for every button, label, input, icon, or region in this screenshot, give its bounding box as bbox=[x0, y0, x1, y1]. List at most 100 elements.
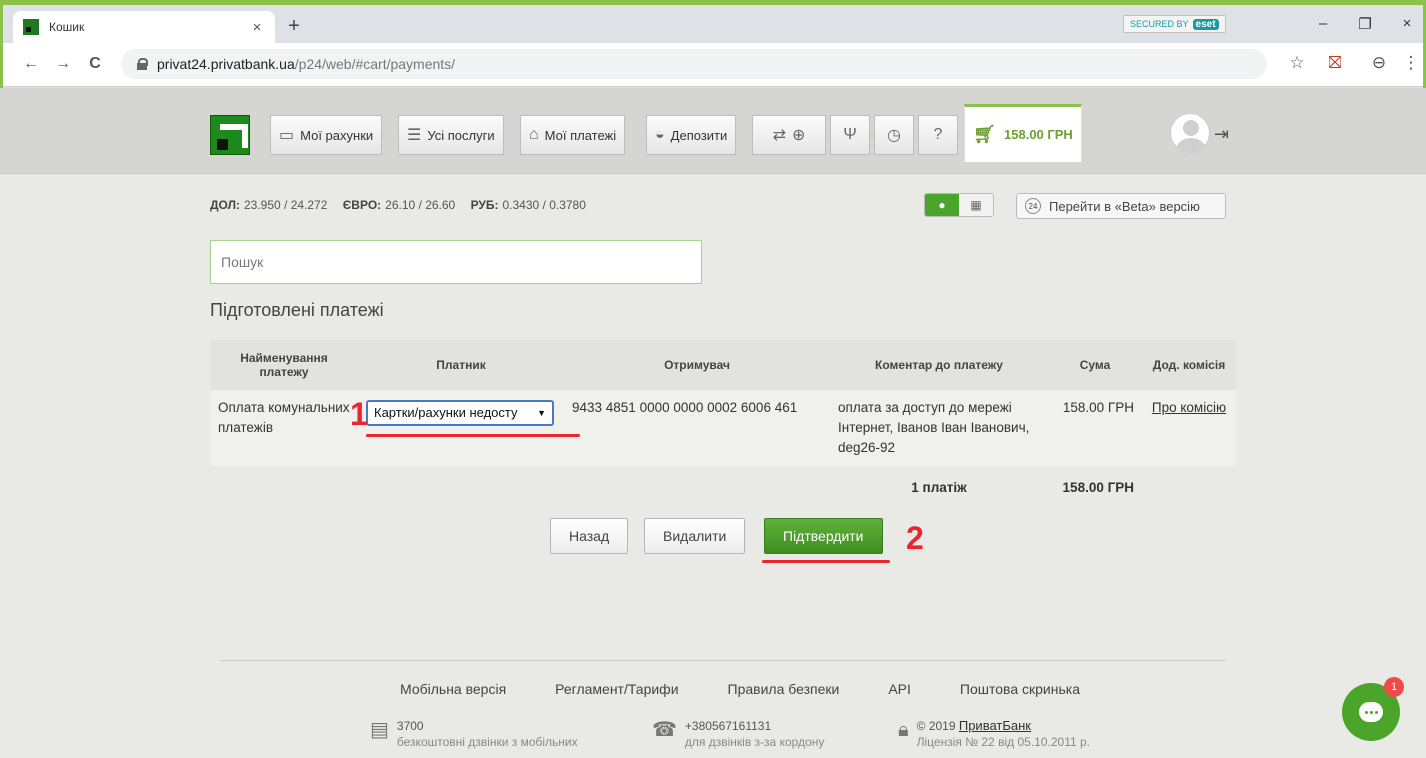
nav-my-accounts-label: Мої рахунки bbox=[300, 127, 374, 143]
reload-icon[interactable]: C bbox=[85, 55, 105, 73]
profile-icon[interactable]: ⊖ bbox=[1369, 53, 1389, 73]
copyright-prefix: © 2019 bbox=[916, 719, 959, 733]
dropdown-arrow-icon: ▼ bbox=[537, 408, 546, 418]
usd-label: ДОЛ: bbox=[210, 198, 240, 212]
phone-short-note: безкоштовні дзвінки з мобільних bbox=[396, 735, 578, 749]
business-briefcase-icon[interactable]: ▦ bbox=[959, 194, 993, 216]
browser-menu-icon[interactable]: ⋮ bbox=[1401, 53, 1421, 73]
rub-rate: 0.3430 / 0.3780 bbox=[502, 198, 586, 212]
total-amount: 158.00 ГРН bbox=[1062, 480, 1134, 495]
trident-icon: Ψ bbox=[843, 126, 857, 143]
new-tab-button[interactable]: + bbox=[283, 15, 305, 38]
browser-chrome: Кошик × + SECURED BY eset – ❐ × ← → C pr… bbox=[0, 0, 1426, 88]
logout-icon[interactable]: ⇥ bbox=[1214, 124, 1229, 145]
url-host: privat24.privatbank.ua bbox=[157, 56, 295, 72]
license-text: Ліцензія № 22 від 05.10.2011 р. bbox=[916, 735, 1090, 749]
nav-my-payments[interactable]: ⌂ Мої платежі bbox=[520, 115, 626, 155]
site-header: ▭ Мої рахунки ☰ Усі послуги ⌂ Мої платеж… bbox=[0, 88, 1426, 174]
url-path: /p24/web/#cart/payments/ bbox=[294, 56, 456, 72]
footer-link-tariffs[interactable]: Регламент/Тарифи bbox=[555, 681, 678, 697]
privatbank-favicon-icon bbox=[23, 19, 39, 35]
cart-tab[interactable]: 🛒︎ 158.00 ГРН bbox=[964, 104, 1082, 162]
delete-button[interactable]: Видалити bbox=[644, 518, 746, 554]
browser-toolbar: ← → C privat24.privatbank.ua/p24/web/#ca… bbox=[3, 43, 1423, 87]
card-icon: ▭ bbox=[279, 127, 295, 144]
header-payment-name: Найменування платежу bbox=[210, 340, 358, 390]
header-commission: Дод. комісія bbox=[1142, 340, 1236, 390]
tab-close-icon[interactable]: × bbox=[249, 19, 265, 36]
footer-copyright: 🔒︎ © 2019 ПриватБанк Ліцензія № 22 від 0… bbox=[898, 718, 1090, 750]
payment-amount: 158.00 ГРН bbox=[1048, 390, 1142, 466]
payer-cell: Картки/рахунки недосту ▼ bbox=[358, 390, 564, 466]
header-recipient: Отримувач bbox=[564, 340, 830, 390]
privatbank-logo[interactable] bbox=[210, 115, 250, 155]
chat-notification-badge: 1 bbox=[1384, 677, 1404, 697]
telephone-icon: ☎ bbox=[652, 719, 677, 741]
search-input[interactable] bbox=[210, 240, 702, 284]
nav-history[interactable]: ◷ bbox=[874, 115, 914, 155]
eset-label: SECURED BY bbox=[1130, 19, 1189, 29]
rub-label: РУБ: bbox=[470, 198, 499, 212]
nav-deposits[interactable]: ◒ Депозити bbox=[646, 115, 737, 155]
nav-my-payments-label: Мої платежі bbox=[544, 127, 617, 143]
header-amount: Сума bbox=[1048, 340, 1142, 390]
nav-help[interactable]: ? bbox=[918, 115, 958, 155]
confirm-button[interactable]: Підтвердити bbox=[764, 518, 883, 554]
footer-link-mobile[interactable]: Мобільна версія bbox=[400, 681, 506, 697]
currency-rates: ДОЛ: 23.950 / 24.272 ЄВРО: 26.10 / 26.60 Р… bbox=[210, 198, 586, 212]
restore-button[interactable]: ❐ bbox=[1355, 15, 1375, 33]
total-count: 1 платіж bbox=[911, 480, 967, 495]
payment-comment: оплата за доступ до мережі Інтернет, Іва… bbox=[830, 390, 1048, 466]
back-arrow-icon[interactable]: ← bbox=[21, 55, 41, 73]
privatbank-link[interactable]: ПриватБанк bbox=[959, 718, 1031, 733]
footer-link-security[interactable]: Правила безпеки bbox=[728, 681, 840, 697]
footer-link-mail[interactable]: Поштова скринька bbox=[960, 681, 1080, 697]
footer-phone-mobile: ▤ 3700 безкоштовні дзвінки з мобільних bbox=[370, 718, 578, 750]
beta-badge-icon: 24 bbox=[1025, 198, 1041, 214]
help-icon: ? bbox=[933, 126, 943, 143]
beta-version-button[interactable]: 24 Перейти в «Beta» версію bbox=[1016, 193, 1226, 219]
nav-transport[interactable]: ⇄ ⊕ bbox=[752, 115, 826, 155]
payer-select-value: Картки/рахунки недосту bbox=[374, 405, 518, 420]
nav-my-accounts[interactable]: ▭ Мої рахунки bbox=[270, 115, 383, 155]
eur-label: ЄВРО: bbox=[342, 198, 382, 212]
nav-all-services-label: Усі послуги bbox=[427, 127, 495, 143]
minimize-button[interactable]: – bbox=[1313, 15, 1333, 32]
commission-cell: Про комісію bbox=[1142, 390, 1236, 466]
piggy-icon: ◒ bbox=[655, 126, 665, 143]
header-comment: Коментар до платежу bbox=[830, 340, 1048, 390]
avatar[interactable] bbox=[1170, 113, 1210, 153]
usd-rate: 23.950 / 24.272 bbox=[244, 198, 328, 212]
nav-government[interactable]: Ψ bbox=[830, 115, 870, 155]
footer-link-api[interactable]: API bbox=[888, 681, 911, 697]
footer-links: Мобільна версія Регламент/Тарифи Правила… bbox=[400, 681, 1080, 697]
commission-link[interactable]: Про комісію bbox=[1152, 400, 1226, 415]
recipient: 9433 4851 0000 0000 0002 6006 461 bbox=[564, 390, 830, 466]
train-icon: ⇄ bbox=[772, 127, 786, 144]
mobile-phone-icon: ▤ bbox=[370, 719, 389, 741]
nav-all-services[interactable]: ☰ Усі послуги bbox=[398, 115, 504, 155]
phone-abroad: +380567161131 bbox=[684, 719, 772, 733]
phone-short: 3700 bbox=[396, 719, 424, 733]
beta-label: Перейти в «Beta» версію bbox=[1049, 198, 1200, 214]
annotation-2: 2 bbox=[906, 520, 924, 556]
browser-tab[interactable]: Кошик × bbox=[13, 11, 275, 43]
personal-user-icon[interactable]: ● bbox=[925, 194, 959, 216]
annotation-1-underline bbox=[366, 434, 580, 437]
address-bar[interactable]: privat24.privatbank.ua/p24/web/#cart/pay… bbox=[121, 49, 1267, 79]
payer-select[interactable]: Картки/рахунки недосту ▼ bbox=[366, 400, 554, 426]
back-button[interactable]: Назад bbox=[550, 518, 629, 554]
bookmark-star-icon[interactable]: ☆ bbox=[1287, 53, 1307, 73]
house-icon: ⌂ bbox=[529, 126, 539, 143]
payment-name: Оплата комунальних платежів bbox=[210, 390, 358, 466]
lock-icon bbox=[137, 58, 148, 70]
header-payer: Платник bbox=[358, 340, 564, 390]
chat-bubble-icon bbox=[1359, 702, 1383, 722]
globe-icon: ⊕ bbox=[792, 127, 806, 144]
pdf-extension-icon[interactable]: ⛝ bbox=[1325, 53, 1345, 73]
window-close-button[interactable]: × bbox=[1397, 15, 1417, 32]
tab-title: Кошик bbox=[49, 20, 85, 34]
footer-phone-abroad: ☎ +380567161131 для дзвінків з-за кордон… bbox=[652, 718, 824, 750]
forward-arrow-icon[interactable]: → bbox=[53, 55, 73, 73]
account-type-toggle: ● ▦ bbox=[924, 193, 994, 217]
